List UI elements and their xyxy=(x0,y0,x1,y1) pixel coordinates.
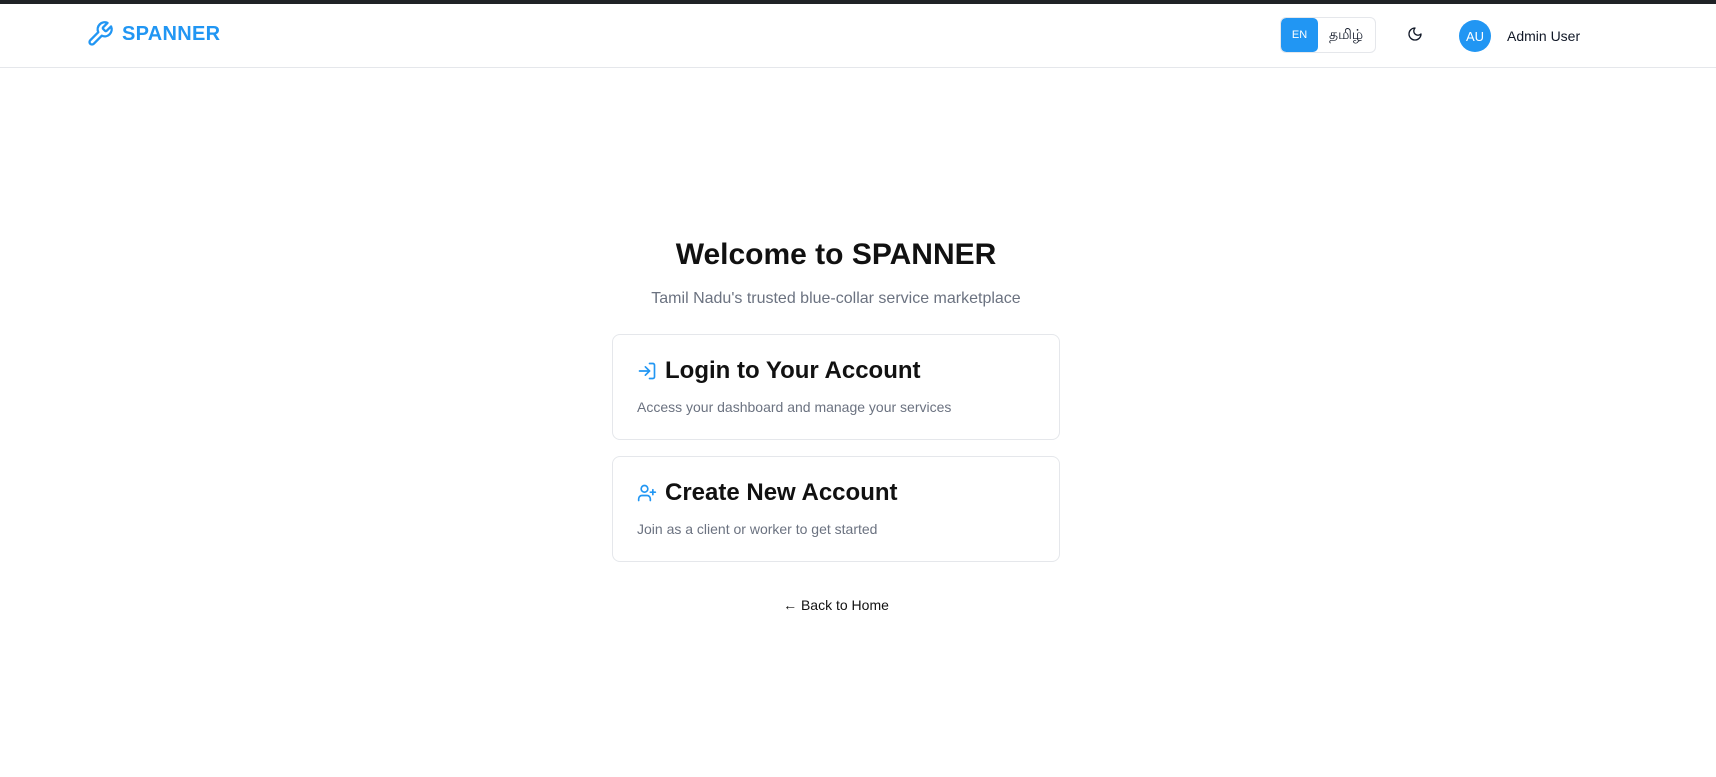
language-toggle: EN தமிழ் xyxy=(1280,17,1377,53)
create-card-title: Create New Account xyxy=(665,479,898,506)
lang-ta-button[interactable]: தமிழ் xyxy=(1318,18,1375,52)
create-card-header: Create New Account xyxy=(637,479,898,507)
moon-icon xyxy=(1407,26,1423,47)
lang-en-button[interactable]: EN xyxy=(1281,18,1318,52)
theme-toggle-button[interactable] xyxy=(1404,25,1426,47)
wrench-icon xyxy=(86,20,114,48)
user-plus-icon xyxy=(637,483,657,503)
login-card-description: Access your dashboard and manage your se… xyxy=(637,399,952,415)
user-menu[interactable]: AU Admin User xyxy=(1459,20,1580,52)
back-to-home-link[interactable]: ← Back to Home xyxy=(783,597,889,613)
user-name: Admin User xyxy=(1507,28,1581,44)
create-card-description: Join as a client or worker to get starte… xyxy=(637,521,878,537)
main-content: Welcome to SPANNER Tamil Nadu's trusted … xyxy=(0,68,1716,777)
login-card-header: Login to Your Account xyxy=(637,357,921,385)
login-icon xyxy=(637,361,657,381)
back-link-row: ← Back to Home xyxy=(0,597,1672,613)
app-header: SPANNER EN தமிழ் AU Admin User xyxy=(0,4,1716,68)
login-card[interactable]: Login to Your Account Access your dashbo… xyxy=(612,334,1060,440)
brand-logo-link[interactable]: SPANNER xyxy=(86,20,220,48)
create-account-card[interactable]: Create New Account Join as a client or w… xyxy=(612,456,1060,562)
brand-name: SPANNER xyxy=(122,22,221,45)
page-subtitle: Tamil Nadu's trusted blue-collar service… xyxy=(651,290,1021,307)
avatar: AU xyxy=(1459,20,1491,52)
login-card-title: Login to Your Account xyxy=(665,357,921,384)
page-title: Welcome to SPANNER xyxy=(675,238,997,271)
